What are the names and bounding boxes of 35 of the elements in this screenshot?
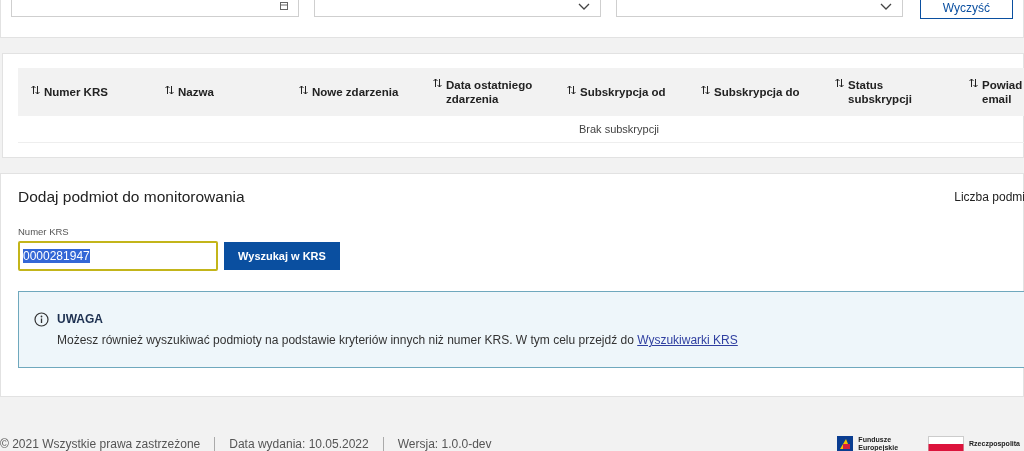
- sort-icon: [567, 85, 576, 95]
- sort-icon: [299, 85, 308, 95]
- sort-icon: [835, 78, 844, 88]
- notice-title: UWAGA: [57, 312, 104, 326]
- info-icon: [34, 312, 49, 327]
- count-label: Liczba podmi: [954, 190, 1024, 204]
- flag-icon: [928, 436, 965, 451]
- column-header[interactable]: Status subskrypcji: [848, 78, 948, 106]
- eu-funds-logo-icon: [837, 436, 854, 451]
- column-header[interactable]: Data ostatniego zdarzenia: [446, 78, 546, 106]
- clear-button[interactable]: Wyczyść: [919, 0, 1013, 19]
- chevron-down-icon: [879, 3, 892, 10]
- column-header[interactable]: Subskrypcja od: [580, 85, 666, 99]
- section-title: Dodaj podmiot do monitorowania: [18, 188, 245, 206]
- column-header[interactable]: Nazwa: [178, 85, 214, 99]
- calendar-icon: [279, 1, 288, 10]
- column-header[interactable]: Powiad email: [982, 78, 1024, 106]
- column-header[interactable]: Subskrypcja do: [714, 85, 800, 99]
- footer-text: Data wydania: 10.05.2022: [214, 437, 383, 451]
- sort-icon: [969, 78, 978, 88]
- footer-text: © 2021 Wszystkie prawa zastrzeżone: [0, 437, 202, 451]
- krs-search-link[interactable]: Wyszukiwarki KRS: [637, 333, 738, 347]
- chevron-down-icon: [577, 3, 590, 10]
- column-header[interactable]: Numer KRS: [44, 85, 108, 99]
- sort-icon: [433, 78, 442, 88]
- column-header[interactable]: Nowe zdarzenia: [312, 85, 399, 99]
- field-label: Numer KRS: [18, 226, 69, 237]
- footer-text: Wersja: 1.0.0-dev: [382, 437, 506, 451]
- sort-icon: [165, 85, 174, 95]
- search-button[interactable]: Wyszukaj w KRS: [224, 242, 340, 270]
- empty-message: Brak subskrypcji: [578, 123, 660, 135]
- sort-icon: [701, 85, 710, 95]
- notice-text: Możesz również wyszukiwać podmioty na podstawie kryteriów innych niż numer KRS. W tym celu przejdź do Wyszukiwarki KRS: [57, 333, 738, 347]
- krs-input-field[interactable]: 0000281947: [18, 241, 218, 271]
- sort-icon: [31, 85, 40, 95]
